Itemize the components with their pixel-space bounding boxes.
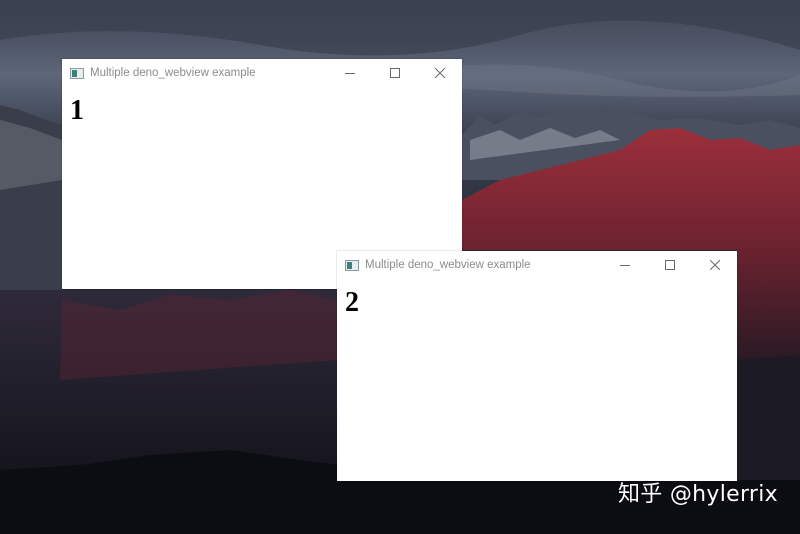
maximize-icon xyxy=(389,68,400,78)
minimize-icon xyxy=(344,73,355,74)
close-button[interactable] xyxy=(692,251,737,279)
maximize-icon xyxy=(664,260,675,270)
close-icon xyxy=(434,68,445,78)
minimize-icon xyxy=(619,265,630,266)
close-button[interactable] xyxy=(417,59,462,87)
close-icon xyxy=(709,260,720,270)
page-heading: 2 xyxy=(345,287,359,318)
webview-app-icon xyxy=(70,67,84,79)
webview-content: 2 xyxy=(337,279,737,481)
webview-window-2[interactable]: Multiple deno_webview example 2 xyxy=(337,251,737,481)
page-heading: 1 xyxy=(70,95,84,126)
window-title: Multiple deno_webview example xyxy=(90,67,256,79)
minimize-button[interactable] xyxy=(602,251,647,279)
window-title-bar[interactable]: Multiple deno_webview example xyxy=(62,59,462,87)
maximize-button[interactable] xyxy=(372,59,417,87)
minimize-button[interactable] xyxy=(327,59,372,87)
watermark-text: 知乎 @hylerrix xyxy=(617,482,778,507)
window-title-bar[interactable]: Multiple deno_webview example xyxy=(337,251,737,279)
maximize-button[interactable] xyxy=(647,251,692,279)
window-controls xyxy=(602,251,737,279)
webview-app-icon xyxy=(345,259,359,271)
window-title: Multiple deno_webview example xyxy=(365,259,531,271)
window-controls xyxy=(327,59,462,87)
desktop: Multiple deno_webview example 1 Multiple… xyxy=(0,0,800,534)
